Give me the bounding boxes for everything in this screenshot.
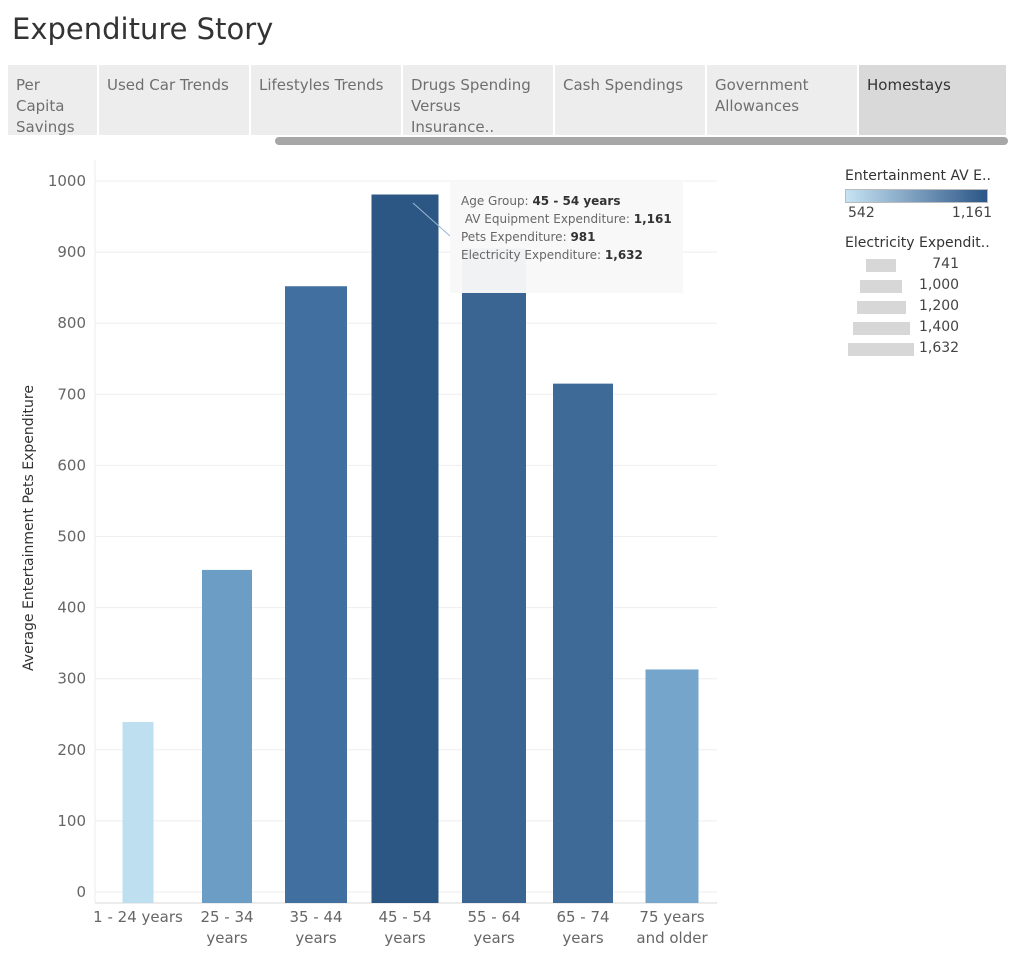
x-tick-label: 35 - 44 — [289, 908, 342, 926]
x-tick-label: years — [473, 929, 514, 947]
bar[interactable] — [553, 383, 613, 903]
x-tick-label: years — [384, 929, 425, 947]
y-tick-label: 100 — [57, 812, 86, 830]
y-axis-title: Average Entertainment Pets Expenditure — [21, 385, 37, 671]
tooltip-label: Electricity Expenditure: — [461, 248, 602, 262]
tab-government-allowances[interactable]: Government Allowances — [707, 65, 859, 135]
size-legend-row: 741 — [845, 255, 1005, 276]
tooltip-value: 1,632 — [604, 248, 643, 262]
color-ramp-max: 1,161 — [951, 205, 992, 221]
x-tick-label: years — [206, 929, 247, 947]
y-tick-label: 400 — [57, 599, 86, 617]
size-legend: Electricity Expendit.. 741 1,000 1,200 1,40… — [845, 235, 1005, 360]
y-tick-label: 0 — [76, 883, 86, 901]
y-tick-label: 600 — [57, 456, 86, 474]
story-tab-strip: Per Capita Savings Used Car Trends Lifes… — [8, 65, 1008, 135]
x-tick-label: and older — [636, 929, 708, 947]
tab-scrollbar[interactable] — [275, 137, 1008, 145]
y-tick-label: 300 — [57, 670, 86, 688]
color-ramp-min: 542 — [848, 205, 875, 221]
tooltip-label: AV Equipment Expenditure: — [461, 212, 630, 226]
size-swatch — [860, 280, 902, 293]
size-legend-row: 1,000 — [845, 276, 1005, 297]
size-legend-label: 1,632 — [919, 340, 960, 356]
tab-used-car-trends[interactable]: Used Car Trends — [99, 65, 251, 135]
y-tick-label: 900 — [57, 243, 86, 261]
y-tick-label: 700 — [57, 385, 86, 403]
bar[interactable] — [285, 286, 347, 903]
size-legend-label: 741 — [932, 256, 959, 272]
size-legend-label: 1,400 — [919, 319, 960, 335]
y-axis-ticks: 0 100 200 300 400 500 600 700 800 900 1000 — [48, 172, 86, 901]
story-title: Expenditure Story — [12, 12, 274, 46]
x-tick-label: 65 - 74 — [556, 908, 609, 926]
tooltip-electricity: Electricity Expenditure: 1,632 — [461, 246, 672, 264]
x-axis-ticks: 1 - 24 years 25 - 34 years 35 - 44 years 45 -… — [93, 908, 708, 947]
color-ramp — [845, 189, 988, 203]
size-legend-label: 1,000 — [919, 277, 960, 293]
tooltip-value: 1,161 — [633, 212, 672, 226]
size-legend-label: 1,200 — [919, 298, 960, 314]
size-swatch — [856, 301, 906, 314]
bar[interactable] — [462, 248, 526, 904]
tooltip-label: Pets Expenditure: — [461, 230, 567, 244]
x-tick-label: 75 years — [639, 908, 704, 926]
tab-lifestyles-trends[interactable]: Lifestyles Trends — [251, 65, 403, 135]
size-swatch — [848, 343, 914, 356]
color-ramp-labels: 542 1,161 — [845, 205, 992, 223]
tooltip-av-equipment: AV Equipment Expenditure: 1,161 — [461, 210, 672, 228]
size-legend-rows: 741 1,000 1,200 1,400 1,632 — [845, 255, 1005, 360]
size-swatch — [852, 322, 910, 335]
tab-per-capita-savings[interactable]: Per Capita Savings — [8, 65, 99, 135]
tooltip-value: 45 - 54 years — [532, 194, 621, 208]
x-tick-label: 1 - 24 years — [93, 908, 183, 926]
bar[interactable] — [122, 722, 154, 903]
size-legend-row: 1,632 — [845, 339, 1005, 360]
size-swatch — [866, 259, 896, 272]
tooltip-label: Age Group: — [461, 194, 529, 208]
size-legend-row: 1,200 — [845, 297, 1005, 318]
x-tick-label: 55 - 64 — [467, 908, 520, 926]
tab-cash-spendings[interactable]: Cash Spendings — [555, 65, 707, 135]
bar[interactable] — [645, 669, 699, 903]
x-tick-label: years — [295, 929, 336, 947]
tooltip-value: 981 — [570, 230, 596, 244]
size-legend-row: 1,400 — [845, 318, 1005, 339]
y-tick-label: 200 — [57, 741, 86, 759]
y-tick-label: 800 — [57, 314, 86, 332]
bars — [122, 194, 699, 904]
tooltip-age-group: Age Group: 45 - 54 years — [461, 192, 672, 210]
x-tick-label: 25 - 34 — [200, 908, 253, 926]
size-legend-title: Electricity Expendit.. — [845, 235, 990, 251]
tooltip-pets: Pets Expenditure: 981 — [461, 228, 672, 246]
tooltip: Age Group: 45 - 54 years AV Equipment Ex… — [450, 181, 683, 293]
tab-homestays[interactable]: Homestays — [859, 65, 1008, 135]
y-tick-label: 500 — [57, 528, 86, 546]
x-tick-label: years — [562, 929, 603, 947]
bar[interactable] — [371, 194, 439, 903]
legend: Entertainment AV E.. 542 1,161 Electrici… — [845, 168, 1005, 360]
y-tick-label: 1000 — [48, 172, 86, 190]
color-legend-title: Entertainment AV E.. — [845, 168, 991, 184]
bar[interactable] — [202, 569, 252, 903]
x-tick-label: 45 - 54 — [378, 908, 431, 926]
tab-drugs-spending[interactable]: Drugs Spending Versus Insurance.. — [403, 65, 555, 135]
